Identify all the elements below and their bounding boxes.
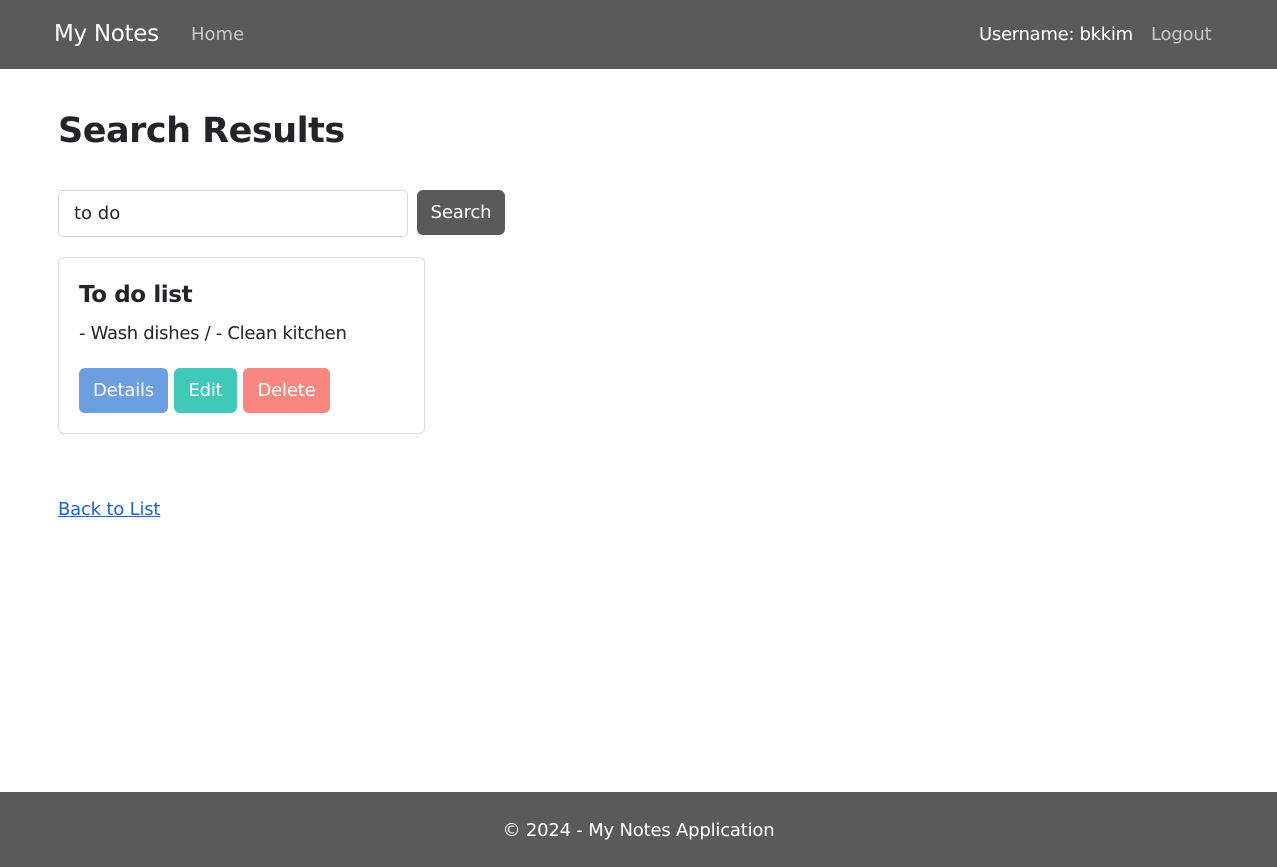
note-card: To do list - Wash dishes / - Clean kitch… [58,257,425,434]
edit-button[interactable]: Edit [174,368,237,413]
page-title: Search Results [58,111,345,151]
username-label: Username: bkkim [979,24,1133,45]
nav-home-link[interactable]: Home [191,22,244,48]
details-button[interactable]: Details [79,368,168,413]
footer: © 2024 - My Notes Application [0,792,1277,867]
note-content: - Wash dishes / - Clean kitchen [79,323,347,344]
footer-copyright: © 2024 - My Notes Application [502,820,775,841]
top-navbar: My Notes Home Username: bkkim Logout [0,0,1277,69]
search-button[interactable]: Search [417,190,505,235]
note-title: To do list [79,282,193,308]
search-input[interactable] [58,190,408,237]
brand-link[interactable]: My Notes [54,18,159,50]
back-to-list-link[interactable]: Back to List [58,497,160,523]
page: My Notes Home Username: bkkim Logout Sea… [0,0,1277,867]
logout-link[interactable]: Logout [1151,22,1212,48]
delete-button[interactable]: Delete [243,368,330,413]
